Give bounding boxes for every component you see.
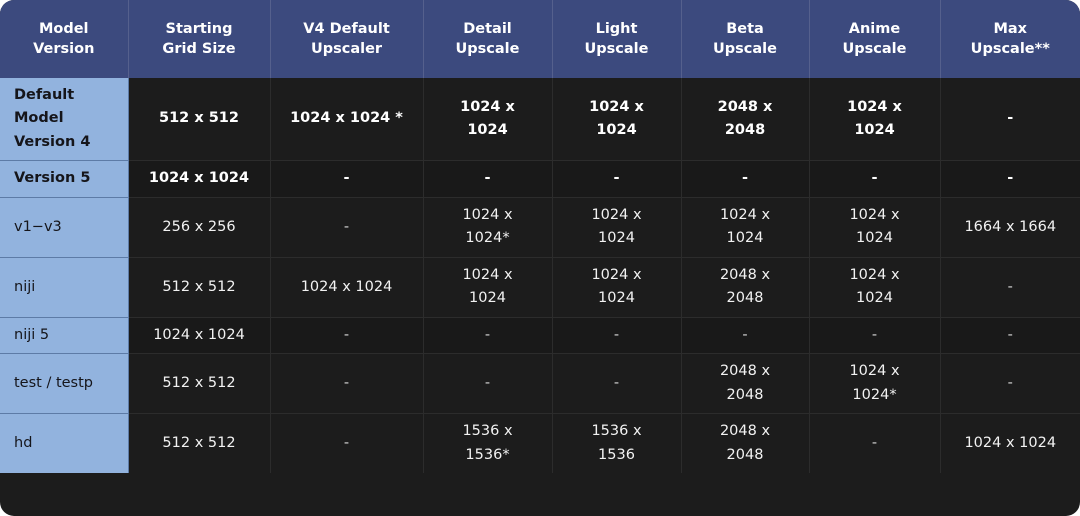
table-row: Default Model Version 4 512 x 512 1024 x… [0,78,1080,162]
column-header-v4-default-upscaler: V4 Default Upscaler [270,0,424,78]
cell-starting-grid-size: 512 x 512 [128,78,271,162]
cell-beta-upscale: 2048 x 2048 [681,353,810,415]
cell-beta-upscale: 2048 x 2048 [681,413,810,474]
cell-detail-upscale: 1536 x 1536* [423,413,553,474]
cell-detail-upscale: 1024 x 1024* [423,197,553,258]
row-label-v1-v3: v1−v3 [0,197,129,258]
cell-anime-upscale: - [809,413,941,474]
cell-max-upscale: 1024 x 1024 [940,413,1080,474]
header-row: Model Version Starting Grid Size V4 Defa… [0,0,1080,78]
cell-v4-default-upscaler: 1024 x 1024 [270,257,424,318]
cell-light-upscale: 1024 x 1024 [552,197,682,258]
cell-v4-default-upscaler: - [270,413,424,474]
cell-light-upscale: 1024 x 1024 [552,257,682,318]
cell-beta-upscale: - [681,317,810,355]
cell-detail-upscale: - [423,160,553,198]
cell-light-upscale: 1536 x 1536 [552,413,682,474]
cell-detail-upscale: - [423,353,553,415]
table-row: v1−v3 256 x 256 - 1024 x 1024* 1024 x 10… [0,197,1080,258]
table-row: hd 512 x 512 - 1536 x 1536* 1536 x 1536 … [0,413,1080,474]
table-row: Version 5 1024 x 1024 - - - - - - [0,160,1080,198]
row-label-niji-5: niji 5 [0,317,129,355]
cell-anime-upscale: 1024 x 1024* [809,353,941,415]
row-label-default-model-version-4: Default Model Version 4 [0,78,129,162]
cell-starting-grid-size: 512 x 512 [128,413,271,474]
column-header-model-version: Model Version [0,0,129,78]
model-version-upscale-table: Model Version Starting Grid Size V4 Defa… [0,0,1080,474]
cell-anime-upscale: 1024 x 1024 [809,197,941,258]
cell-starting-grid-size: 1024 x 1024 [128,317,271,355]
cell-max-upscale: 1664 x 1664 [940,197,1080,258]
cell-detail-upscale: - [423,317,553,355]
table-row: test / testp 512 x 512 - - - 2048 x 2048… [0,353,1080,415]
cell-beta-upscale: - [681,160,810,198]
table-body: Default Model Version 4 512 x 512 1024 x… [0,78,1080,474]
table-row: niji 5 1024 x 1024 - - - - - - [0,317,1080,355]
row-label-version-5: Version 5 [0,160,129,198]
cell-anime-upscale: - [809,317,941,355]
column-header-light-upscale: Light Upscale [552,0,682,78]
cell-detail-upscale: 1024 x 1024 [423,257,553,318]
cell-beta-upscale: 2048 x 2048 [681,257,810,318]
cell-v4-default-upscaler: - [270,317,424,355]
spec-table-container: Model Version Starting Grid Size V4 Defa… [0,0,1080,516]
cell-starting-grid-size: 256 x 256 [128,197,271,258]
cell-starting-grid-size: 512 x 512 [128,353,271,415]
cell-max-upscale: - [940,160,1080,198]
cell-anime-upscale: 1024 x 1024 [809,257,941,318]
cell-v4-default-upscaler: - [270,353,424,415]
cell-detail-upscale: 1024 x 1024 [423,78,553,162]
cell-max-upscale: - [940,317,1080,355]
cell-max-upscale: - [940,257,1080,318]
cell-beta-upscale: 1024 x 1024 [681,197,810,258]
cell-max-upscale: - [940,353,1080,415]
cell-light-upscale: - [552,353,682,415]
column-header-max-upscale: Max Upscale** [940,0,1080,78]
cell-starting-grid-size: 1024 x 1024 [128,160,271,198]
column-header-detail-upscale: Detail Upscale [423,0,553,78]
cell-anime-upscale: - [809,160,941,198]
cell-light-upscale: - [552,317,682,355]
table-header: Model Version Starting Grid Size V4 Defa… [0,0,1080,78]
column-header-starting-grid-size: Starting Grid Size [128,0,271,78]
column-header-beta-upscale: Beta Upscale [681,0,810,78]
cell-starting-grid-size: 512 x 512 [128,257,271,318]
cell-light-upscale: 1024 x 1024 [552,78,682,162]
cell-beta-upscale: 2048 x 2048 [681,78,810,162]
cell-v4-default-upscaler: - [270,160,424,198]
cell-max-upscale: - [940,78,1080,162]
cell-anime-upscale: 1024 x 1024 [809,78,941,162]
cell-light-upscale: - [552,160,682,198]
row-label-hd: hd [0,413,129,474]
column-header-anime-upscale: Anime Upscale [809,0,941,78]
row-label-test-testp: test / testp [0,353,129,415]
cell-v4-default-upscaler: 1024 x 1024 * [270,78,424,162]
row-label-niji: niji [0,257,129,318]
cell-v4-default-upscaler: - [270,197,424,258]
table-row: niji 512 x 512 1024 x 1024 1024 x 1024 1… [0,257,1080,318]
